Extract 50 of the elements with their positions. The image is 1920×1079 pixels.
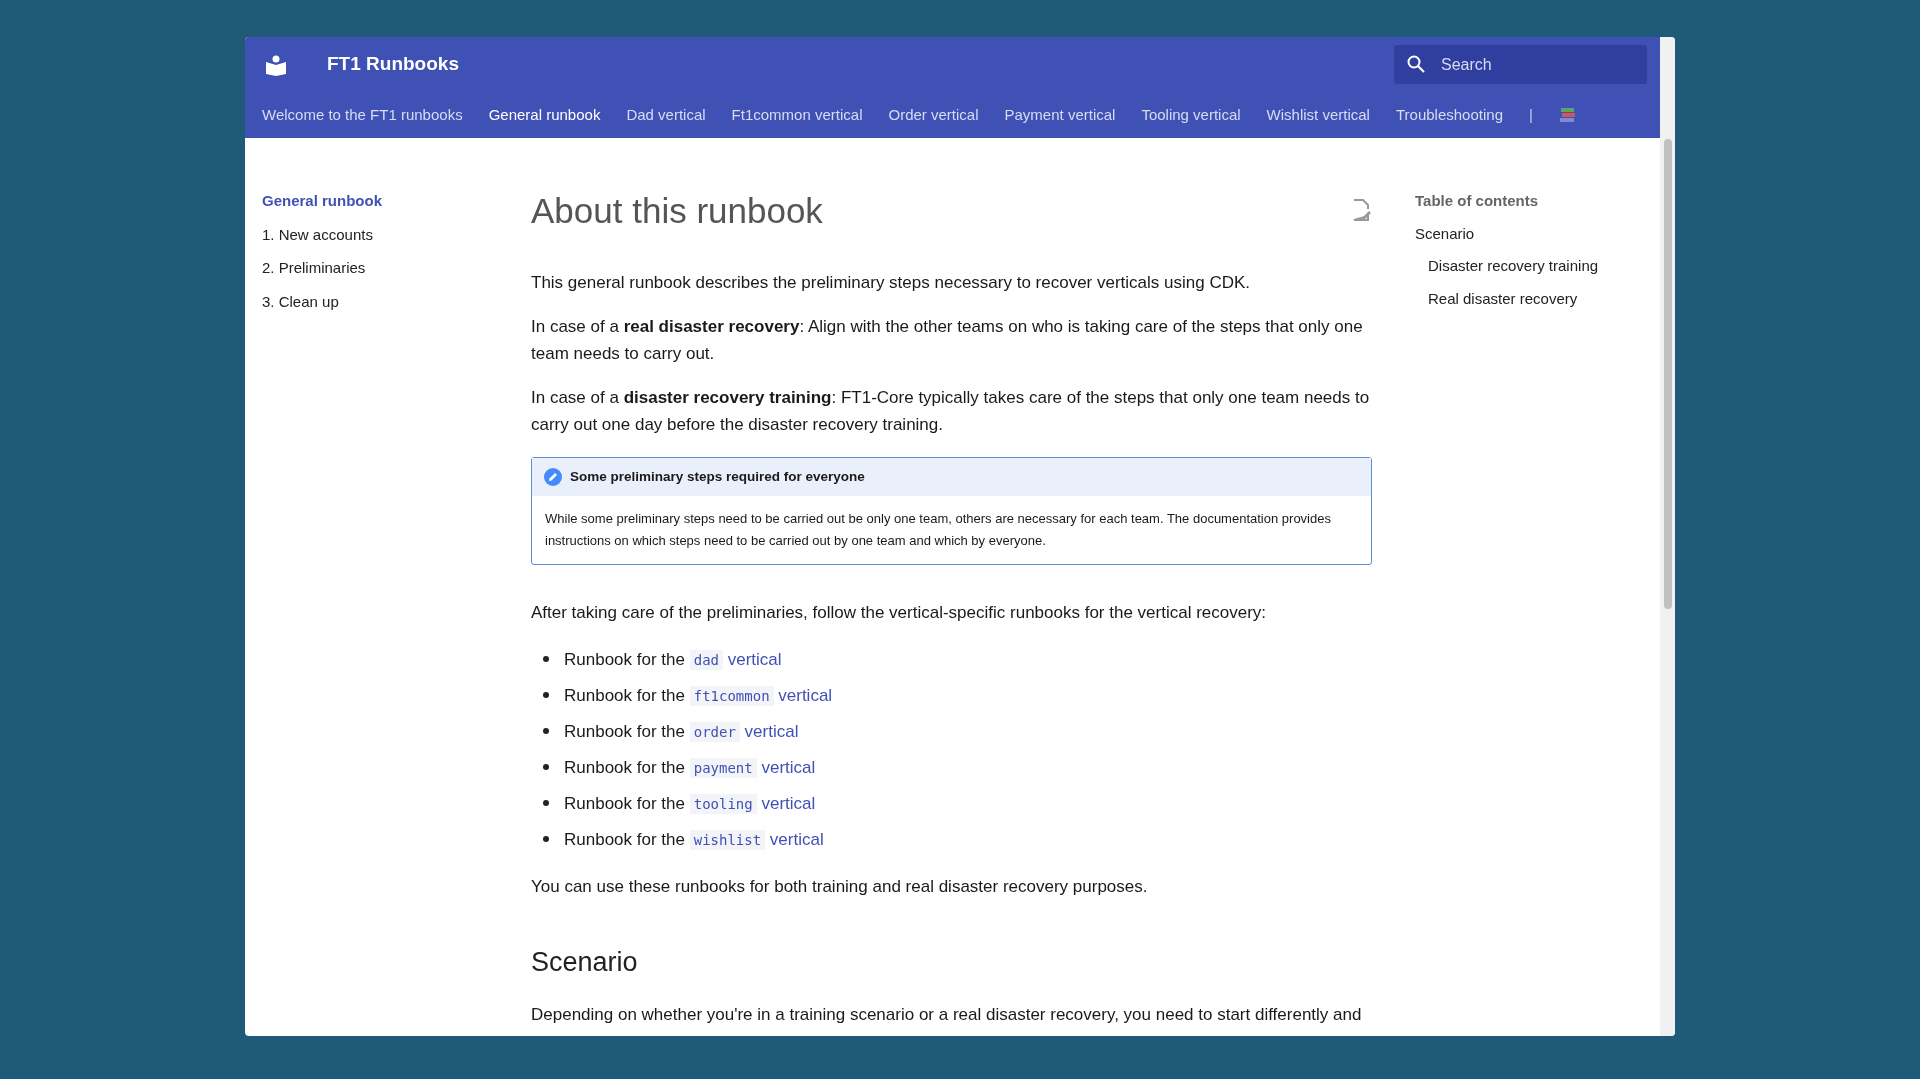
list-item-text: Runbook for the order vertical — [564, 720, 799, 744]
paragraph: This general runbook describes the preliminary steps necessary to recover verticals using CDK. — [531, 272, 1252, 294]
nav-tab[interactable]: Dad vertical — [626, 103, 706, 127]
list-item-text: Runbook for the payment vertical — [564, 756, 816, 780]
paragraph: You can use these runbooks for both training and real disaster recovery purposes. — [531, 876, 1149, 899]
toc-link[interactable]: Scenario — [1415, 222, 1599, 245]
list-item-text: Runbook for the wishlist vertical — [564, 828, 824, 852]
search-icon — [1407, 55, 1425, 73]
toc-title: Table of contents — [1415, 191, 1540, 211]
toc-link[interactable]: Real disaster recovery — [1415, 287, 1599, 310]
books-icon[interactable] — [1558, 106, 1577, 124]
scrollbar[interactable] — [1660, 37, 1675, 1036]
nav-tab[interactable]: Payment vertical — [1004, 103, 1116, 127]
nav-tab[interactable]: Order vertical — [888, 103, 979, 127]
list-item-text: Runbook for the ft1common vertical — [564, 684, 833, 708]
search-field[interactable]: Search — [1394, 45, 1647, 84]
bullet-icon — [543, 692, 549, 699]
nav-tab[interactable]: Wishlist vertical — [1266, 103, 1370, 127]
bullet-icon — [543, 800, 549, 807]
vertical-link[interactable]: dad vertical — [689, 649, 782, 669]
bullet-icon — [543, 764, 549, 771]
site-title[interactable]: FT1 Runbooks — [311, 50, 459, 79]
book-reader-icon — [265, 53, 287, 76]
note-text: While some preliminary steps need to be carried out be only one team, others are necessary for each team. The documentation provides instructions on which steps need to be carried out by one team and which by everyone. — [544, 510, 1332, 551]
note-title: Some preliminary steps required for everyone — [570, 468, 865, 486]
nav-tab[interactable]: Troubleshooting — [1395, 103, 1503, 127]
list-item-text: Runbook for the tooling vertical — [564, 792, 816, 816]
nav-tab[interactable]: Tooling vertical — [1141, 103, 1241, 127]
toc-link[interactable]: Disaster recovery training — [1415, 255, 1599, 278]
paragraph: In case of a disaster recovery training: FT1-Core typically takes care of the steps that only one team needs to carry out one day before the disaster recovery training. — [531, 387, 1371, 436]
edit-page-icon[interactable] — [1352, 198, 1372, 222]
bullet-icon — [543, 728, 549, 735]
list-item-text: Runbook for the dad vertical — [564, 648, 782, 672]
page-title: About this runbook — [531, 190, 823, 232]
paragraph: Depending on whether you're in a training scenario or a real disaster recovery, you need to start differently and — [531, 1003, 1363, 1026]
vertical-link[interactable]: order vertical — [689, 721, 799, 741]
section-heading: Scenario — [531, 946, 639, 979]
nav-tab[interactable]: Welcome to the FT1 runbooks — [262, 103, 463, 127]
sidebar-link[interactable]: General runbook — [262, 190, 531, 213]
bullet-icon — [543, 836, 549, 843]
sidebar-link[interactable]: 2. Preliminaries — [262, 257, 531, 280]
pencil-icon — [544, 468, 562, 487]
nav-tab[interactable]: Ft1common vertical — [731, 103, 863, 127]
sidebar-link[interactable]: 3. Clean up — [262, 290, 531, 313]
sidebar-link[interactable]: 1. New accounts — [262, 223, 531, 246]
nav-separator: | — [1529, 104, 1533, 125]
bullet-icon — [543, 656, 549, 663]
paragraph: After taking care of the preliminaries, follow the vertical-specific runbooks for the vertical recovery: — [531, 602, 1268, 625]
nav-tab[interactable]: General runbook — [488, 103, 601, 127]
paragraph: In case of a real disaster recovery: Align with the other teams on who is taking care of the steps that only one team needs to carry out. — [531, 316, 1364, 365]
